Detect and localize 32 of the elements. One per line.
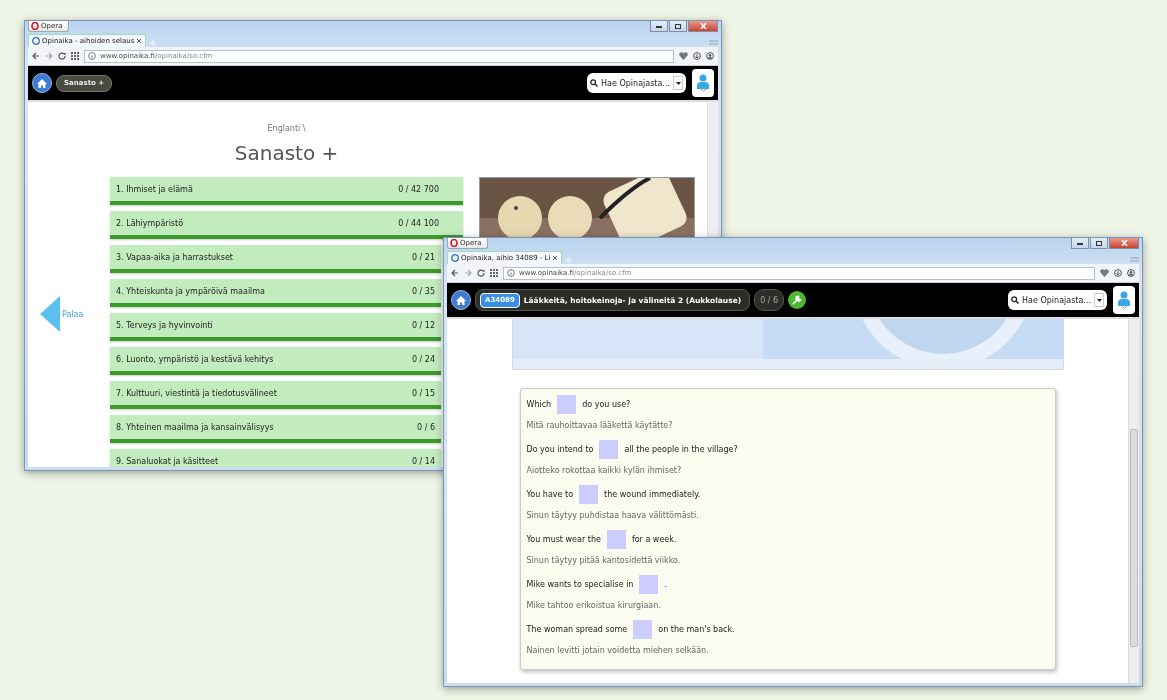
sentence-text: Which (526, 400, 552, 409)
topic-item[interactable]: 4. Yhteiskunta ja ympäröivä maailma 0 / 35 (110, 279, 441, 307)
sentence-text: Do you intend to (526, 445, 594, 454)
sentence-text: Mike wants to specialise in (526, 580, 634, 589)
topic-item[interactable]: 2. Lähiympäristö 0 / 44 100 (110, 211, 463, 239)
translation-text: Nainen levitti jotain voidetta miehen selkään. (526, 646, 710, 655)
progress-counter: 0 / 6 (754, 289, 785, 311)
breadcrumb[interactable]: Englanti \ (267, 124, 306, 133)
page-title: Sanasto + (234, 141, 339, 165)
topic-item[interactable]: 7. Kulttuuri, viestintä ja tiedotusvälineet 0 / 15 (110, 381, 441, 409)
sentence-text: . (664, 580, 667, 589)
sentence-text: on the man's back. (658, 625, 735, 634)
search-field[interactable]: Hae Opinajasta... (587, 73, 686, 93)
sentence-text: You have to (526, 490, 574, 499)
sentence-text: do you use? (582, 400, 631, 409)
translation-text: Sinun täytyy pitää kantosidettä viikko. (526, 556, 682, 565)
topic-item[interactable]: 5. Terveys ja hyvinvointi 0 / 12 (110, 313, 441, 341)
topic-item[interactable]: 9. Sanaluokat ja käsitteet 0 / 14 (110, 449, 441, 467)
translation-text: Mike tahtoo erikoistua kirurgiaan. (526, 601, 662, 610)
sentence-text: the wound immediately. (604, 490, 701, 499)
topic-item[interactable]: 3. Vapaa-aika ja harrastukset 0 / 21 (110, 245, 441, 273)
topic-item[interactable]: 8. Yhteinen maailma ja kansainvälisyys 0 / 6 (110, 415, 441, 443)
sentence-text: You must wear the (526, 535, 601, 544)
sentence-text: The woman spread some (526, 625, 628, 634)
sentence-text: all the people in the village? (624, 445, 738, 454)
translation-text: Mitä rauhoittavaa lääkettä käytätte? (526, 421, 674, 430)
translation-text: Sinun täytyy puhdistaa haava välittömästi. (526, 511, 700, 520)
search-field[interactable]: Hae Opinajasta... (1008, 290, 1107, 310)
topic-item[interactable]: 1. Ihmiset ja elämä 0 / 42 700 (110, 177, 463, 205)
translation-text: Aiotteko rokottaa kaikki kylän ihmiset? (526, 466, 683, 475)
topic-item[interactable]: 6. Luonto, ympäristö ja kestävä kehitys 0 / 24 (110, 347, 441, 375)
sentence-text: for a week. (631, 535, 677, 544)
